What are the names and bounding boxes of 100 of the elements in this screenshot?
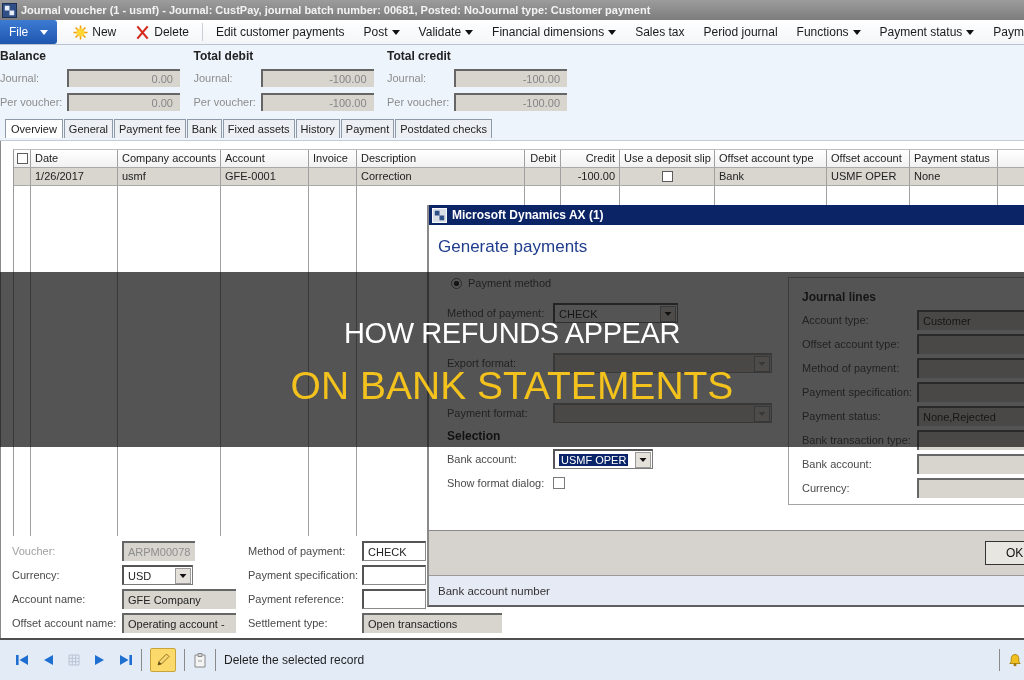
readonly-field: Operating account - [122,613,236,633]
toolbar-button[interactable]: Sales tax [635,21,685,43]
tab[interactable]: Bank [186,119,222,138]
last-record-icon[interactable] [119,653,133,667]
field-label: Bank account: [802,458,873,470]
caret-icon [465,29,474,35]
menu-button[interactable]: Financial dimensions [492,21,617,43]
column-header[interactable]: Company accounts [118,150,221,167]
readonly-field: 0.00 [67,69,180,87]
column-header[interactable]: Debit [525,150,561,167]
menu-button[interactable]: Validate [418,21,474,43]
table-cell: 1/26/2017 [31,168,118,185]
app-icon [2,2,17,18]
readonly-field: GFE Company [122,589,236,609]
field-label: Method of payment: [248,545,347,557]
window-title: Journal voucher (1 - usmf) - Journal: CustPay, journal batch number: 00681, Posted: NoJournal type: Customer payment [21,4,651,16]
caret-icon [40,29,49,35]
field-label: Journal: [193,72,234,84]
input-field[interactable] [362,589,426,609]
field-label: Per voucher: [387,96,451,108]
field-label: Settlement type: [248,617,329,629]
first-record-icon[interactable] [15,653,29,667]
section-heading: Selection [447,429,501,443]
readonly-field: -100.00 [260,69,374,87]
column-header[interactable]: Offset account type [715,150,827,167]
menu-button[interactable]: Payment status [879,21,975,43]
field-label: Voucher: [12,545,57,557]
pencil-icon [155,652,171,668]
new-button[interactable]: New [73,21,117,43]
group-heading: Balance [0,49,48,63]
field-label: Offset account name: [12,617,118,629]
tab[interactable]: Payment [340,119,395,138]
toolbar-button[interactable]: Period journal [703,21,778,43]
field-label: Payment specification: [248,569,360,581]
tab[interactable]: General [63,119,113,138]
caret-icon [852,29,861,35]
table-cell: GFE-0001 [221,168,309,185]
tab[interactable]: Postdated checks [395,119,493,138]
group-heading: Total credit [387,49,452,63]
field-label: Currency: [802,482,851,494]
readonly-field: Open transactions [362,613,502,633]
table-cell: -100.00 [561,168,620,185]
table-cell: None [910,168,998,185]
banner-headline: HOW REFUNDS APPEAR [344,322,680,346]
field-label: Currency: [12,569,61,581]
readonly-field: -100.00 [260,93,374,111]
column-header[interactable]: Credit [561,150,620,167]
column-header[interactable]: Description [357,150,525,167]
delete-button[interactable]: Delete [135,21,189,43]
column-header[interactable]: Invoice [309,150,357,167]
toolbar-button[interactable]: Paym [993,21,1024,43]
tab[interactable]: Fixed assets [222,119,295,138]
table-cell: usmf [118,168,221,185]
x-mark-icon [135,24,151,40]
checkbox[interactable] [16,153,28,164]
column-header[interactable]: Date [31,150,118,167]
dialog-heading: Generate payments [438,237,589,257]
field-label: Per voucher: [0,96,64,108]
column-header[interactable]: Account [221,150,309,167]
readonly-field: ARPM00078 [122,541,195,561]
sun-icon [73,24,89,40]
field-label: Payment reference: [248,593,345,605]
tab[interactable]: Payment fee [114,119,186,138]
caret-icon [966,29,975,35]
file-menu-button[interactable]: File [0,20,58,44]
field-label: Journal: [0,72,41,84]
field-label: Per voucher: [193,96,257,108]
caret-icon [391,29,400,35]
dropdown[interactable]: USMF OPER [553,449,653,469]
status-message: Delete the selected record [224,653,365,667]
readonly-field: 0.00 [67,93,180,111]
clipboard-icon[interactable] [193,652,207,668]
field-label: Show format dialog: [447,477,546,489]
table-cell: Bank [715,168,827,185]
group-heading: Total debit [193,49,255,63]
field-label: Journal: [387,72,428,84]
input-field[interactable] [362,565,426,585]
toolbar-button[interactable]: Edit customer payments [215,21,345,43]
tab[interactable]: Overview [5,119,63,138]
banner-headline: ON BANK STATEMENTS [290,370,734,402]
input-field[interactable]: CHECK [362,541,426,561]
table-row[interactable]: 1/26/2017 usmf GFE-0001 Correction -100.00 Bank USMF OPER None [14,168,1024,186]
table-cell: Correction [357,168,525,185]
dialog-title: Microsoft Dynamics AX (1) [452,208,604,222]
bell-icon[interactable] [1008,653,1022,667]
caret-icon [608,29,617,35]
checkbox[interactable] [553,477,565,489]
group-heading: Journal lines [802,289,878,306]
field-label: Account name: [12,593,87,605]
status-message: Bank account number [438,584,550,597]
menu-button[interactable]: Post [363,21,400,43]
column-header[interactable]: Payment status [910,150,998,167]
menu-button[interactable]: Functions [796,21,861,43]
tab[interactable]: History [295,119,340,138]
dropdown[interactable]: USD [122,565,193,585]
column-header[interactable]: Use a deposit slip [620,150,715,167]
app-icon [432,207,447,223]
ok-button[interactable]: OK [985,541,1024,565]
checkbox[interactable] [661,171,673,182]
column-header[interactable]: Offset account [827,150,910,167]
